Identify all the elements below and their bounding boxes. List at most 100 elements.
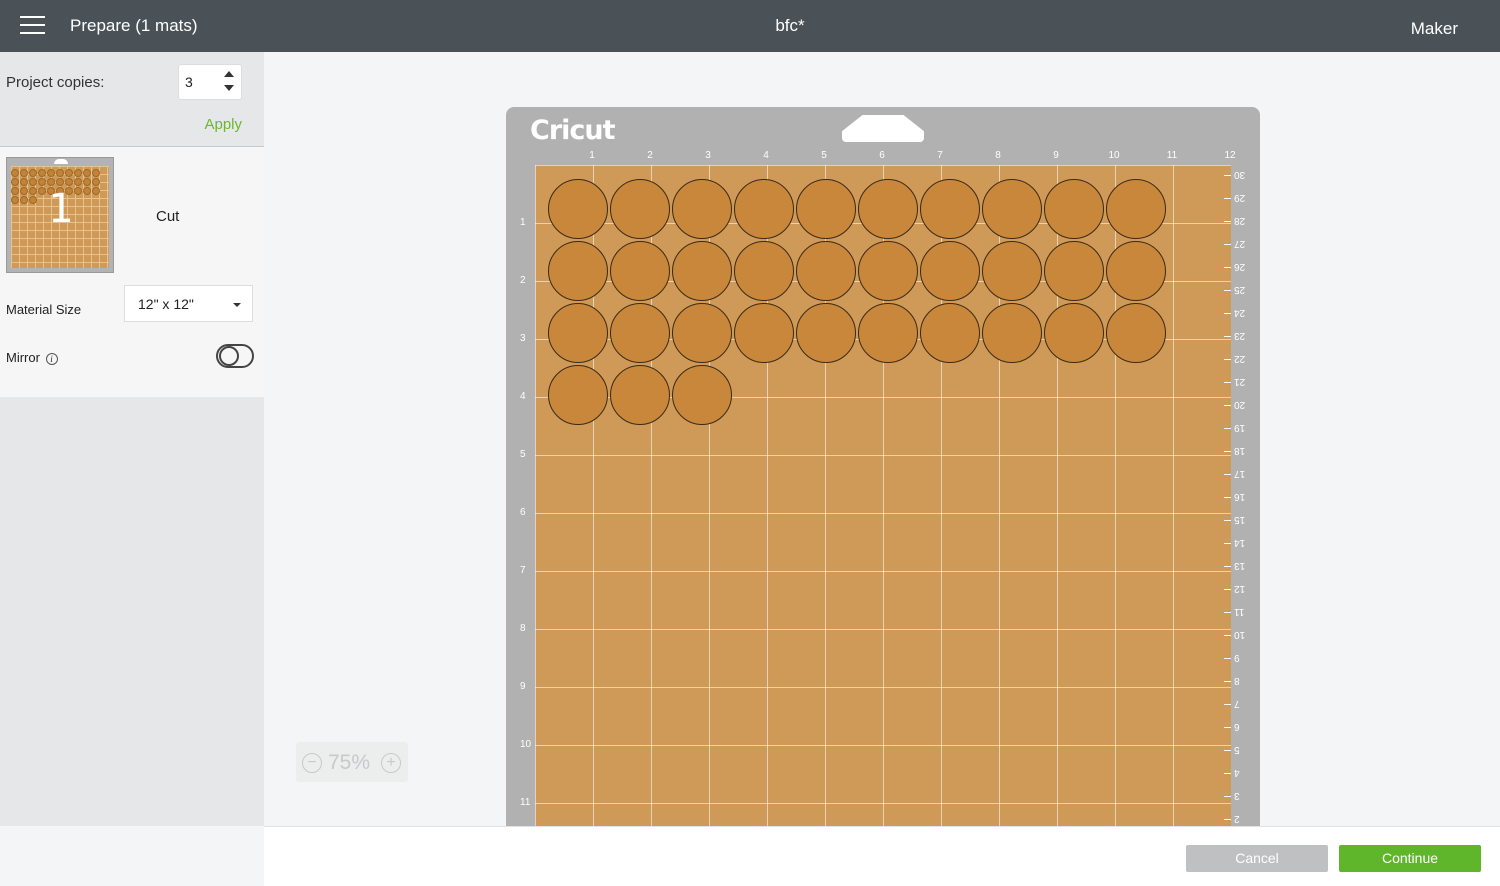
circle-shape[interactable] — [734, 241, 794, 301]
circle-shape[interactable] — [982, 241, 1042, 301]
ruler-right-mark — [1224, 612, 1231, 613]
increment-arrow-icon[interactable] — [224, 71, 234, 77]
cancel-button[interactable]: Cancel — [1186, 845, 1328, 872]
ruler-right-mark — [1224, 750, 1231, 751]
circle-shape[interactable] — [1044, 179, 1104, 239]
thumbnail-shape — [38, 169, 46, 177]
circle-shape[interactable] — [610, 241, 670, 301]
thumbnail-shape — [56, 178, 64, 186]
circle-shape[interactable] — [1044, 241, 1104, 301]
ruler-right-mark — [1224, 290, 1231, 291]
circle-shape[interactable] — [672, 179, 732, 239]
material-size-select[interactable]: 12" x 12" — [124, 285, 253, 322]
thumbnail-shape — [47, 169, 55, 177]
info-icon[interactable]: i — [45, 353, 58, 365]
circle-shape[interactable] — [672, 241, 732, 301]
ruler-right-tick: 25 — [1234, 284, 1246, 295]
ruler-right-mark — [1224, 635, 1231, 636]
circle-shape[interactable] — [610, 179, 670, 239]
ruler-right-tick: 26 — [1234, 261, 1246, 272]
ruler-right-tick: 13 — [1234, 560, 1246, 571]
ruler-right-tick: 22 — [1234, 353, 1246, 364]
circle-shape[interactable] — [548, 365, 608, 425]
circle-shape[interactable] — [548, 179, 608, 239]
circle-shape[interactable] — [1106, 179, 1166, 239]
mat-thumbnail[interactable]: 1 — [6, 157, 114, 273]
ruler-right-mark — [1224, 405, 1231, 406]
ruler-left-tick: 2 — [520, 275, 526, 286]
circle-shape[interactable] — [1106, 303, 1166, 363]
ruler-right-tick: 17 — [1234, 468, 1246, 479]
mirror-toggle[interactable] — [216, 344, 254, 368]
circle-shape[interactable] — [672, 365, 732, 425]
circle-shape[interactable] — [610, 365, 670, 425]
ruler-left-tick: 11 — [520, 797, 531, 808]
mat-notch — [842, 115, 924, 142]
ruler-right-mark — [1224, 727, 1231, 728]
circle-shape[interactable] — [858, 303, 918, 363]
material-size-label: Material Size — [6, 302, 82, 317]
ruler-right-mark — [1224, 382, 1231, 383]
circle-shape[interactable] — [1106, 241, 1166, 301]
ruler-right-mark — [1224, 543, 1231, 544]
circle-shape[interactable] — [548, 303, 608, 363]
circle-shape[interactable] — [920, 241, 980, 301]
ruler-right-mark — [1224, 221, 1231, 222]
mat-list-item: 1 Cut Material Size 12" x 12" Mirror i — [0, 147, 264, 397]
circle-shape[interactable] — [796, 303, 856, 363]
circle-shape[interactable] — [858, 241, 918, 301]
project-copies-input[interactable]: 3 — [178, 64, 242, 100]
thumbnail-shape — [83, 169, 91, 177]
circle-shape[interactable] — [982, 179, 1042, 239]
ruler-right-mark — [1224, 819, 1231, 820]
project-copies-label: Project copies: — [6, 74, 105, 91]
ruler-right-tick: 29 — [1234, 192, 1246, 203]
circle-shape[interactable] — [796, 179, 856, 239]
ruler-top-tick: 6 — [879, 150, 885, 161]
project-copies-value[interactable]: 3 — [185, 74, 193, 90]
ruler-top-tick: 10 — [1108, 150, 1120, 161]
circle-shape[interactable] — [1044, 303, 1104, 363]
thumbnail-shape — [83, 178, 91, 186]
apply-button[interactable]: Apply — [204, 116, 242, 133]
circle-shape[interactable] — [920, 303, 980, 363]
material-size-value: 12" x 12" — [138, 296, 194, 312]
ruler-right-mark — [1224, 497, 1231, 498]
ruler-left-tick: 6 — [520, 507, 526, 518]
ruler-right-tick: 3 — [1234, 790, 1240, 801]
ruler-right-tick: 14 — [1234, 537, 1246, 548]
mat-grid — [535, 165, 1231, 826]
ruler-right-tick: 6 — [1234, 721, 1240, 732]
ruler-right-mark — [1224, 566, 1231, 567]
circle-shape[interactable] — [982, 303, 1042, 363]
zoom-in-icon[interactable]: + — [381, 753, 401, 773]
zoom-control: − 75% + — [296, 742, 408, 782]
thumbnail-shape — [65, 169, 73, 177]
ruler-right-tick: 4 — [1234, 767, 1240, 778]
ruler-right-tick: 19 — [1234, 422, 1246, 433]
thumbnail-shape — [56, 169, 64, 177]
circle-shape[interactable] — [610, 303, 670, 363]
decrement-arrow-icon[interactable] — [224, 85, 234, 91]
ruler-right-tick: 11 — [1234, 606, 1245, 617]
continue-button[interactable]: Continue — [1339, 845, 1481, 872]
circle-shape[interactable] — [734, 303, 794, 363]
ruler-right-mark — [1224, 175, 1231, 176]
top-bar: Prepare (1 mats) bfc* Maker — [0, 0, 1500, 52]
ruler-right-tick: 5 — [1234, 744, 1240, 755]
footer-bar: Cancel Continue — [264, 826, 1500, 886]
zoom-level: 75% — [328, 751, 371, 774]
circle-shape[interactable] — [858, 179, 918, 239]
circle-shape[interactable] — [548, 241, 608, 301]
ruler-right-tick: 28 — [1234, 215, 1246, 226]
left-panel: Project copies: 3 Apply 1 Cut Material S… — [0, 52, 264, 826]
circle-shape[interactable] — [672, 303, 732, 363]
thumbnail-shape — [38, 178, 46, 186]
zoom-out-icon[interactable]: − — [302, 753, 322, 773]
machine-selector[interactable]: Maker — [1411, 19, 1458, 39]
circle-shape[interactable] — [796, 241, 856, 301]
ruler-right-tick: 10 — [1234, 629, 1246, 640]
thumbnail-shape — [20, 169, 28, 177]
circle-shape[interactable] — [734, 179, 794, 239]
circle-shape[interactable] — [920, 179, 980, 239]
